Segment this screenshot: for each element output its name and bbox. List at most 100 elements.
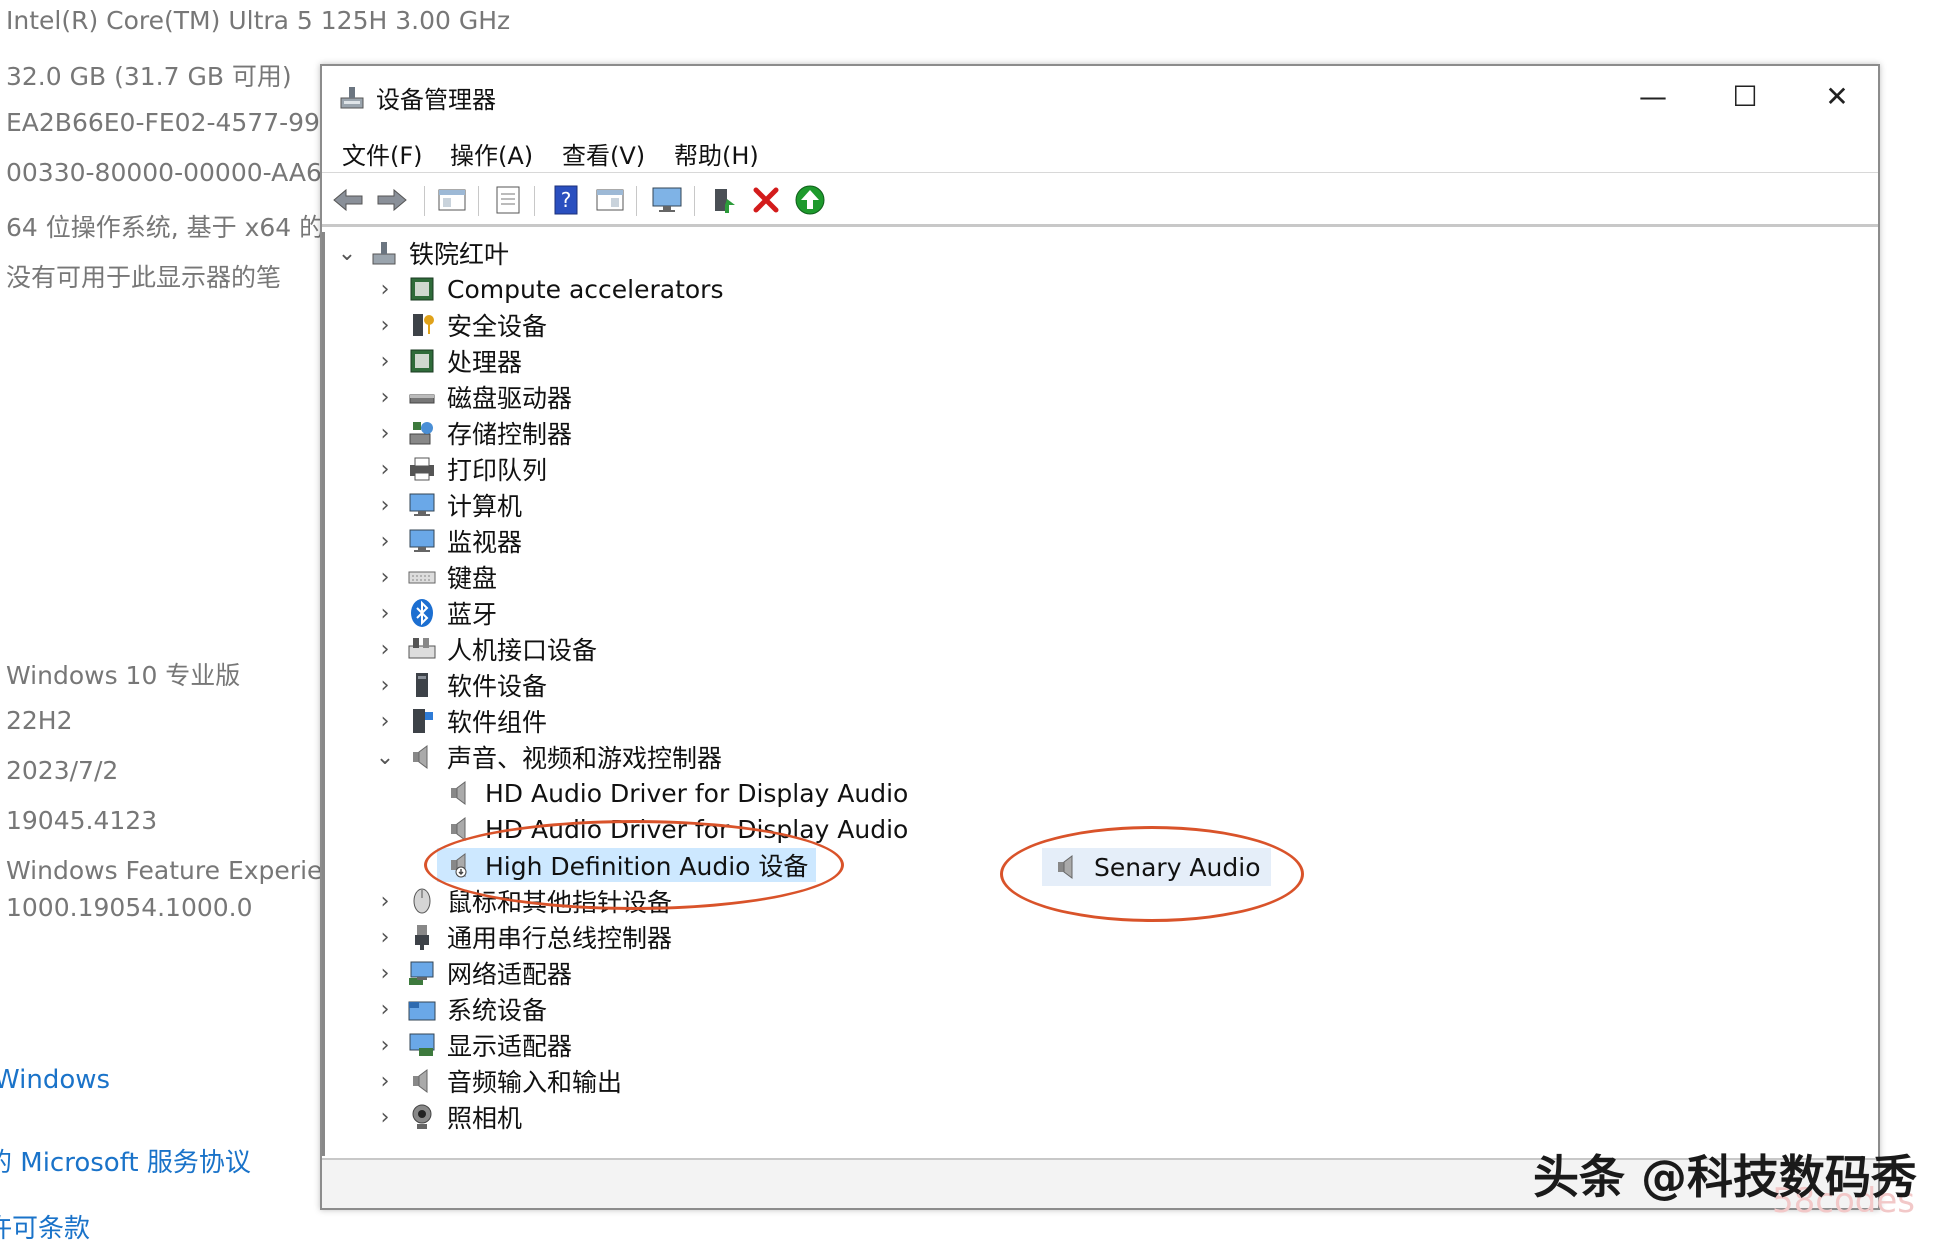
expand-chevron-icon[interactable]: ›: [375, 560, 395, 594]
minimize-button[interactable]: —: [1618, 74, 1688, 118]
device-hd-audio-display-1[interactable]: HD Audio Driver for Display Audio: [445, 776, 908, 810]
system-device-icon: [408, 1001, 436, 1021]
category-processors[interactable]: 处理器: [407, 344, 522, 378]
category-print-queues[interactable]: 打印队列: [407, 452, 547, 486]
expand-chevron-icon[interactable]: ›: [375, 668, 395, 702]
category-disk-drives[interactable]: 磁盘驱动器: [407, 380, 572, 414]
expand-chevron-icon[interactable]: ›: [375, 380, 395, 414]
enable-device-icon[interactable]: [792, 182, 828, 218]
watermark: 头条 @科技数码秀: [1532, 1150, 1917, 1204]
menu-view[interactable]: 查看(V): [562, 136, 645, 171]
device-manager-window: 设备管理器 — ☐ ✕ 文件(F) 操作(A) 查看(V) 帮助(H) ? ⌄ …: [320, 64, 1880, 1210]
link-license[interactable]: 许可条款: [0, 1208, 90, 1245]
expand-chevron-icon[interactable]: ›: [375, 1100, 395, 1134]
expand-chevron-icon[interactable]: ›: [375, 1028, 395, 1062]
expand-chevron-icon[interactable]: ›: [375, 704, 395, 738]
collapse-chevron-icon[interactable]: ⌄: [375, 740, 395, 774]
category-label: 音频输入和输出: [447, 1068, 623, 1097]
security-key-icon: [413, 314, 434, 336]
category-label: 显示适配器: [447, 1032, 573, 1061]
link-service-agreement[interactable]: 的 Microsoft 服务协议: [0, 1142, 251, 1179]
back-arrow-icon[interactable]: [330, 182, 366, 218]
svg-text:?: ?: [561, 188, 572, 212]
menu-action[interactable]: 操作(A): [450, 136, 533, 171]
category-cameras[interactable]: 照相机: [407, 1100, 522, 1134]
expand-chevron-icon[interactable]: ›: [375, 920, 395, 954]
category-label: 磁盘驱动器: [447, 384, 573, 413]
category-system-devices[interactable]: 系统设备: [407, 992, 547, 1026]
category-keyboards[interactable]: 键盘: [407, 560, 497, 594]
category-network-adapters[interactable]: 网络适配器: [407, 956, 572, 990]
expand-chevron-icon[interactable]: ›: [375, 1064, 395, 1098]
category-security-devices[interactable]: 安全设备: [407, 308, 547, 342]
menu-file[interactable]: 文件(F): [342, 136, 423, 171]
device-id: EA2B66E0-FE02-4577-999: [6, 108, 336, 137]
category-sound-video-game[interactable]: 声音、视频和游戏控制器: [407, 740, 722, 774]
category-software-components[interactable]: 软件组件: [407, 704, 547, 738]
category-label: 存储控制器: [447, 420, 573, 449]
category-label: Compute accelerators: [447, 274, 724, 304]
experience: Windows Feature Experie: [6, 856, 323, 885]
expand-chevron-icon[interactable]: ›: [375, 992, 395, 1026]
forward-arrow-icon[interactable]: [374, 182, 410, 218]
category-label: 网络适配器: [447, 960, 573, 989]
category-storage-controllers[interactable]: 存储控制器: [407, 416, 572, 450]
expand-chevron-icon[interactable]: ›: [375, 632, 395, 666]
system-type: 64 位操作系统, 基于 x64 的: [6, 213, 325, 242]
uninstall-icon[interactable]: [748, 182, 784, 218]
expand-chevron-icon[interactable]: ›: [375, 344, 395, 378]
mouse-icon: [413, 888, 431, 914]
category-audio-inputs-outputs[interactable]: 音频输入和输出: [407, 1064, 622, 1098]
software-device-icon: [416, 673, 428, 697]
storage-controller-icon: [409, 422, 433, 445]
category-label: 安全设备: [447, 312, 548, 341]
audio-io-icon: [413, 1069, 428, 1093]
pen-touch: 没有可用于此显示器的笔: [6, 263, 282, 292]
chip-icon: [410, 277, 434, 301]
expand-chevron-icon[interactable]: ›: [375, 488, 395, 522]
version: 22H2: [6, 706, 73, 735]
scan-hardware-icon[interactable]: [650, 182, 686, 218]
ram-info: 32.0 GB (31.7 GB 可用): [6, 62, 292, 91]
expand-chevron-icon[interactable]: ›: [375, 524, 395, 558]
update-driver-icon[interactable]: [706, 182, 742, 218]
expand-chevron-icon[interactable]: ›: [375, 956, 395, 990]
computer-icon: [409, 493, 435, 516]
experience-version: 1000.19054.1000.0: [6, 893, 253, 922]
expand-chevron-icon[interactable]: ›: [375, 308, 395, 342]
category-hid[interactable]: 人机接口设备: [407, 632, 597, 666]
expand-chevron-icon[interactable]: ›: [375, 452, 395, 486]
expand-chevron-icon[interactable]: ›: [375, 884, 395, 918]
os-build: 19045.4123: [6, 806, 158, 835]
menu-help[interactable]: 帮助(H): [674, 136, 759, 171]
category-compute-accelerators[interactable]: Compute accelerators: [407, 272, 723, 306]
title-bar: 设备管理器 — ☐ ✕: [322, 66, 1878, 126]
properties-icon[interactable]: [490, 182, 526, 218]
expand-chevron-icon[interactable]: ›: [375, 596, 395, 630]
category-label: 照相机: [447, 1104, 523, 1133]
category-label: 计算机: [447, 492, 523, 521]
expand-chevron-icon[interactable]: ›: [375, 272, 395, 306]
processor-icon: [410, 349, 434, 373]
annotation-ellipse-senary: [1000, 826, 1304, 922]
category-monitors[interactable]: 监视器: [407, 524, 522, 558]
category-bluetooth[interactable]: 蓝牙: [407, 596, 497, 630]
disk-drive-icon: [409, 394, 435, 404]
category-computer[interactable]: 计算机: [407, 488, 522, 522]
root-collapse-chevron-icon[interactable]: ⌄: [337, 236, 357, 270]
maximize-button[interactable]: ☐: [1710, 74, 1780, 118]
action-view-icon[interactable]: [592, 182, 628, 218]
show-hide-tree-icon[interactable]: [434, 182, 470, 218]
category-label: 键盘: [447, 564, 498, 593]
category-software-devices[interactable]: 软件设备: [407, 668, 547, 702]
category-usb-controllers[interactable]: 通用串行总线控制器: [407, 920, 672, 954]
help-icon[interactable]: ?: [548, 182, 584, 218]
category-label: 蓝牙: [447, 600, 498, 629]
close-button[interactable]: ✕: [1802, 74, 1872, 118]
category-display-adapters[interactable]: 显示适配器: [407, 1028, 572, 1062]
tree-root[interactable]: 铁院红叶: [369, 236, 509, 270]
network-adapter-icon: [409, 961, 434, 985]
install-date: 2023/7/2: [6, 756, 119, 785]
expand-chevron-icon[interactable]: ›: [375, 416, 395, 450]
link-windows[interactable]: Windows: [0, 1065, 110, 1095]
